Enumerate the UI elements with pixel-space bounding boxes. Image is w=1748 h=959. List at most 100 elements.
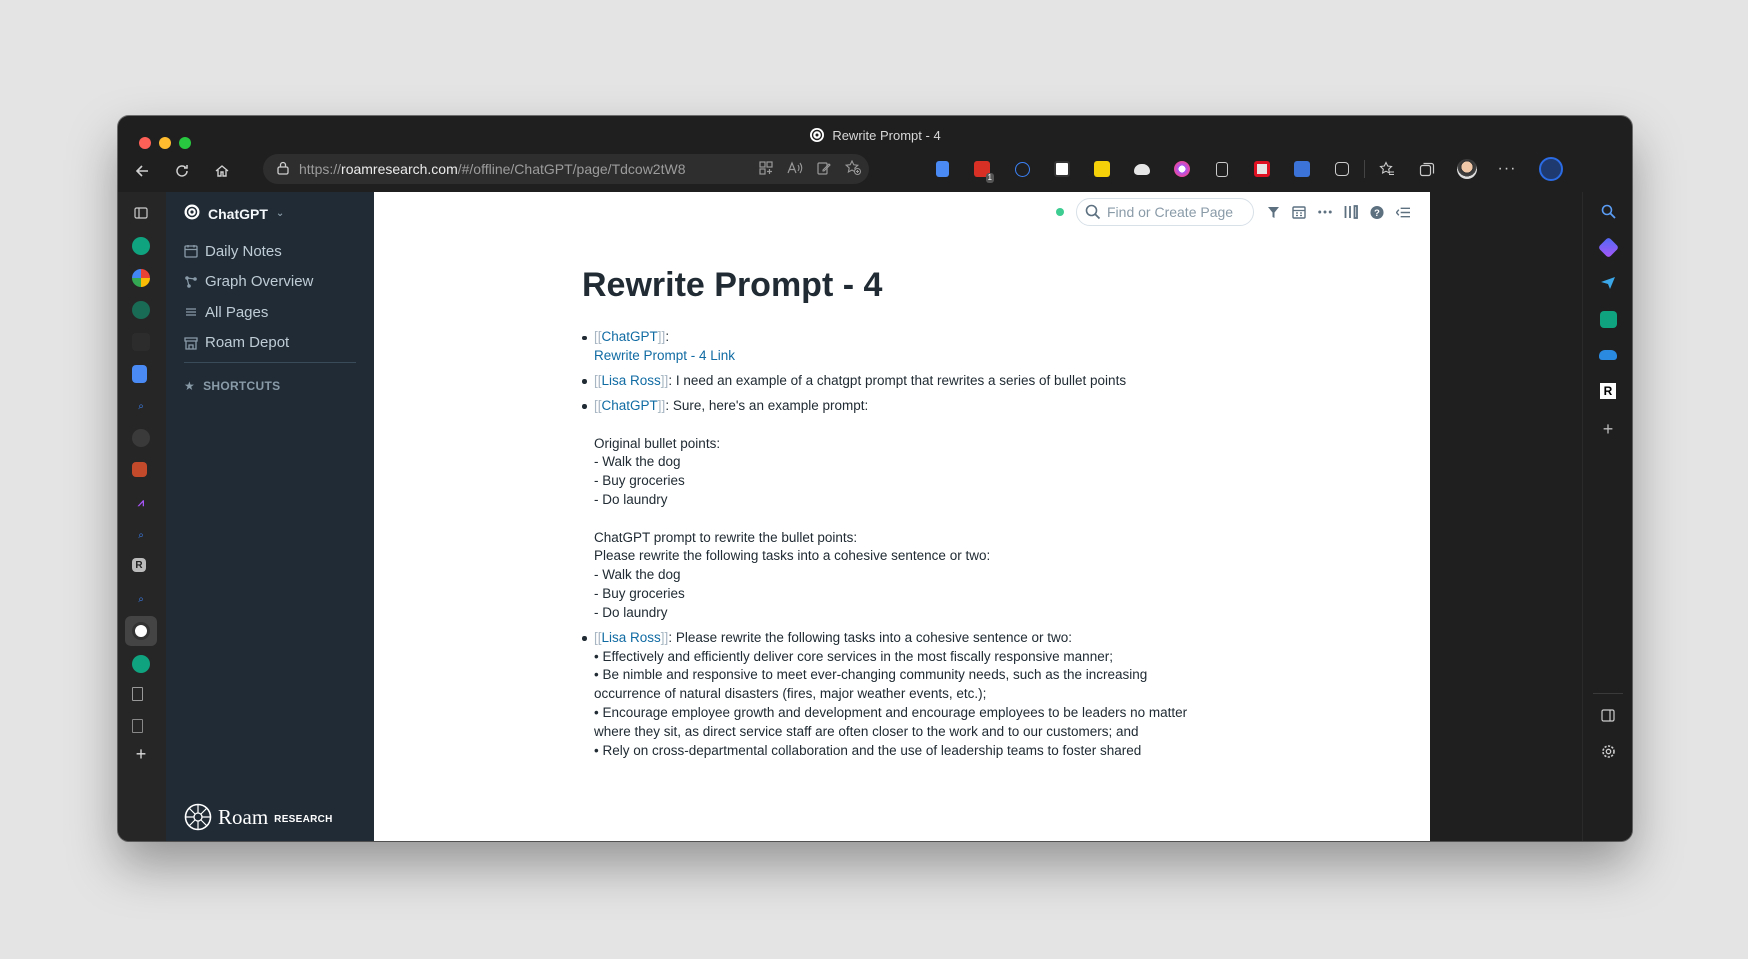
- chatgpt-tab-icon[interactable]: [132, 301, 150, 319]
- search-tab-icon[interactable]: ⌕: [132, 590, 150, 608]
- document-tab-icon[interactable]: [132, 687, 143, 701]
- edit-icon[interactable]: [817, 161, 831, 178]
- read-aloud-icon[interactable]: [787, 160, 803, 178]
- gear-icon[interactable]: [1599, 742, 1617, 760]
- favorite-add-icon[interactable]: [844, 159, 861, 178]
- cloud-extension-icon[interactable]: [1122, 154, 1162, 184]
- page-ref-chatgpt[interactable]: ChatGPT: [602, 329, 658, 344]
- rewrite-prompt-link[interactable]: Rewrite Prompt - 4 Link: [594, 347, 1202, 366]
- chatgpt-tab-icon[interactable]: [132, 237, 150, 255]
- url-path: /#/offline/ChatGPT/page/Tdcow2tW8: [457, 161, 686, 177]
- purple-tab-icon[interactable]: ⩘: [132, 494, 150, 512]
- sidebar-item-all-pages[interactable]: All Pages: [184, 297, 313, 328]
- sidebar-toggle-icon[interactable]: [1599, 706, 1617, 724]
- document-tab-icon[interactable]: [132, 719, 143, 733]
- columns-icon[interactable]: [1344, 205, 1358, 219]
- new-tab-icon[interactable]: +: [132, 744, 150, 764]
- blue-extension-icon[interactable]: [1282, 154, 1322, 184]
- docs-extension-icon[interactable]: [922, 154, 962, 184]
- sidebar-item-roam-depot[interactable]: Roam Depot: [184, 328, 313, 359]
- url-host: roamresearch.com: [341, 161, 458, 177]
- search-icon[interactable]: [1599, 202, 1617, 220]
- reload-button[interactable]: [162, 155, 202, 187]
- bing-chat-icon[interactable]: [1531, 154, 1571, 184]
- more-menu-icon[interactable]: ···: [1487, 154, 1527, 184]
- collections-icon[interactable]: [1407, 154, 1447, 184]
- block-line: where they sit, as direct service staff …: [594, 723, 1139, 739]
- help-icon[interactable]: ?: [1370, 205, 1384, 219]
- send-icon[interactable]: [1599, 274, 1617, 292]
- orange-tab-icon[interactable]: [132, 462, 147, 477]
- docs-tab-icon[interactable]: [132, 365, 147, 383]
- bracket-open: [[: [594, 397, 602, 413]
- calendar-icon: [184, 245, 198, 258]
- page-ref-chatgpt[interactable]: ChatGPT: [602, 398, 658, 413]
- graph-switcher[interactable]: ChatGPT ⌄: [184, 204, 284, 223]
- search-icon: [1085, 204, 1101, 220]
- sidebar-item-label: Graph Overview: [205, 273, 314, 291]
- dark-tab-icon[interactable]: [132, 333, 150, 351]
- back-button[interactable]: [122, 155, 162, 187]
- more-icon[interactable]: [1318, 205, 1332, 219]
- logo-text: Roam: [218, 804, 269, 829]
- minimize-window-button[interactable]: [159, 137, 171, 149]
- profile-avatar[interactable]: [1447, 154, 1487, 184]
- chatgpt-icon[interactable]: [1599, 310, 1617, 328]
- tab-actions-icon[interactable]: [132, 204, 150, 222]
- red-extension-icon[interactable]: [1242, 154, 1282, 184]
- graph-avatar-icon: [184, 204, 200, 223]
- todoist-extension-icon[interactable]: 1: [962, 154, 1002, 184]
- copilot-icon[interactable]: [1597, 236, 1619, 258]
- page-ref-lisa-ross[interactable]: Lisa Ross: [602, 630, 661, 645]
- page-ref-lisa-ross[interactable]: Lisa Ross: [602, 373, 661, 388]
- browser-content: ⌕ ⩘ ⌕ R ⌕ + ChatGPT ⌄ Daily Notes Graph …: [118, 192, 1632, 841]
- vertical-tabs-bar: ⌕ ⩘ ⌕ R ⌕ +: [118, 192, 166, 841]
- rightbar-divider: [1593, 693, 1623, 694]
- address-bar[interactable]: https://roamresearch.com/#/offline/ChatG…: [263, 154, 869, 184]
- notion-extension-icon[interactable]: [1042, 154, 1082, 184]
- block[interactable]: [[ChatGPT]]: Rewrite Prompt - 4 Link: [582, 328, 1202, 366]
- block[interactable]: [[Lisa Ross]]: Please rewrite the follow…: [582, 629, 1202, 761]
- roam-r-icon[interactable]: R: [1599, 382, 1617, 400]
- block-line: • Be nimble and responsive to meet ever-…: [594, 667, 1148, 683]
- bracket-open: [[: [594, 329, 602, 344]
- block-line: Original bullet points:: [594, 435, 721, 451]
- maximize-window-button[interactable]: [179, 137, 191, 149]
- block[interactable]: [[ChatGPT]]: Sure, here's an example pro…: [582, 397, 1202, 623]
- sidebar-item-daily-notes[interactable]: Daily Notes: [184, 236, 313, 267]
- app-available-icon[interactable]: [759, 160, 773, 178]
- chatgpt-tab-icon[interactable]: [132, 655, 150, 673]
- favorites-icon[interactable]: [1367, 154, 1407, 184]
- block[interactable]: [[Lisa Ross]]: I need an example of a ch…: [582, 372, 1202, 391]
- filter-icon[interactable]: [1266, 205, 1280, 219]
- roam-r-tab-icon[interactable]: R: [132, 558, 146, 572]
- page-blocks: [[ChatGPT]]: Rewrite Prompt - 4 Link [[L…: [582, 328, 1202, 767]
- right-sidebar-toggle-icon[interactable]: [1396, 205, 1410, 219]
- google-tab-icon[interactable]: [132, 269, 150, 287]
- close-window-button[interactable]: [139, 137, 151, 149]
- r-extension-icon[interactable]: [1082, 154, 1122, 184]
- search-placeholder: Find or Create Page: [1107, 204, 1234, 220]
- circle-extension-icon[interactable]: [1002, 154, 1042, 184]
- add-icon[interactable]: +: [1599, 419, 1617, 439]
- settings-tab-icon[interactable]: [132, 429, 150, 447]
- arrow-left-icon: [135, 165, 148, 177]
- home-button[interactable]: [202, 155, 242, 187]
- clipboard-extension-icon[interactable]: [1202, 154, 1242, 184]
- sidebar-item-graph-overview[interactable]: Graph Overview: [184, 267, 313, 298]
- block-text: :: [665, 329, 670, 344]
- search-tab-icon[interactable]: ⌕: [132, 526, 150, 544]
- calendar-icon[interactable]: [1292, 205, 1306, 219]
- search-tab-icon[interactable]: ⌕: [132, 397, 150, 415]
- block-line: - Walk the dog: [594, 454, 681, 470]
- puzzle-extension-icon[interactable]: [1322, 154, 1362, 184]
- block-text: : Sure, here's an example prompt:: [665, 397, 869, 413]
- logo-subtext: RESEARCH: [274, 813, 333, 825]
- roam-tab-icon[interactable]: [132, 622, 150, 640]
- sync-status-dot: [1056, 208, 1064, 216]
- rainbow-extension-icon[interactable]: [1162, 154, 1202, 184]
- onedrive-icon[interactable]: [1599, 346, 1617, 364]
- find-or-create-search[interactable]: Find or Create Page: [1076, 198, 1254, 226]
